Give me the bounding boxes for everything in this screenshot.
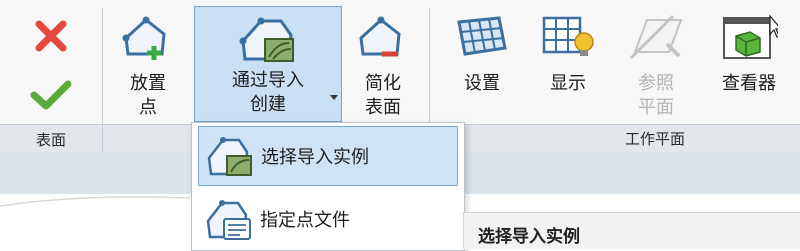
import-dropdown-menu: 选择导入实例 指定点文件 bbox=[191, 122, 465, 251]
tooltip: 选择导入实例 bbox=[463, 212, 800, 249]
simplify-surface-label: 简化 表面 bbox=[365, 73, 401, 118]
finish-button[interactable] bbox=[18, 72, 84, 120]
points-file-icon bbox=[198, 197, 260, 241]
tooltip-title: 选择导入实例 bbox=[478, 227, 580, 247]
dropdown-arrow-icon bbox=[330, 95, 338, 100]
create-from-import-icon bbox=[237, 13, 299, 72]
set-workplane-button[interactable]: 设置 bbox=[442, 6, 522, 124]
create-from-import-button[interactable]: 通过导入 创建 bbox=[194, 6, 342, 122]
dropdown-item-specify-points-file[interactable]: 指定点文件 bbox=[198, 189, 458, 249]
simplify-surface-icon bbox=[355, 12, 411, 69]
cancel-button[interactable] bbox=[18, 10, 84, 60]
viewer-label: 查看器 bbox=[722, 73, 776, 94]
reference-plane-button[interactable]: 参照 平面 bbox=[614, 6, 698, 124]
dropdown-item-label: 指定点文件 bbox=[260, 210, 350, 231]
place-point-button[interactable]: 放置 点 bbox=[108, 6, 188, 124]
viewer-icon bbox=[720, 12, 783, 69]
dropdown-item-select-import-instance[interactable]: 选择导入实例 bbox=[198, 126, 458, 186]
simplify-surface-button[interactable]: 简化 表面 bbox=[342, 6, 424, 124]
surface-panel-label: 表面 bbox=[0, 124, 102, 153]
import-instance-icon bbox=[199, 134, 261, 178]
workplane-panel-label: 工作平面 bbox=[430, 124, 800, 152]
grid-bulb-icon bbox=[540, 14, 596, 69]
set-label: 设置 bbox=[464, 73, 500, 94]
show-workplane-button[interactable]: 显示 bbox=[528, 6, 608, 124]
place-point-icon bbox=[120, 12, 176, 69]
grid-plane-icon bbox=[455, 14, 509, 65]
show-label: 显示 bbox=[550, 73, 586, 94]
green-check-icon bbox=[29, 78, 73, 119]
dropdown-item-label: 选择导入实例 bbox=[261, 147, 369, 168]
reference-plane-label: 参照 平面 bbox=[638, 73, 674, 118]
create-from-import-label: 通过导入 创建 bbox=[232, 70, 304, 115]
reference-plane-icon bbox=[627, 14, 685, 69]
red-x-icon bbox=[31, 16, 71, 63]
place-point-label: 放置 点 bbox=[130, 73, 166, 118]
viewer-button[interactable]: 查看器 bbox=[702, 6, 796, 124]
